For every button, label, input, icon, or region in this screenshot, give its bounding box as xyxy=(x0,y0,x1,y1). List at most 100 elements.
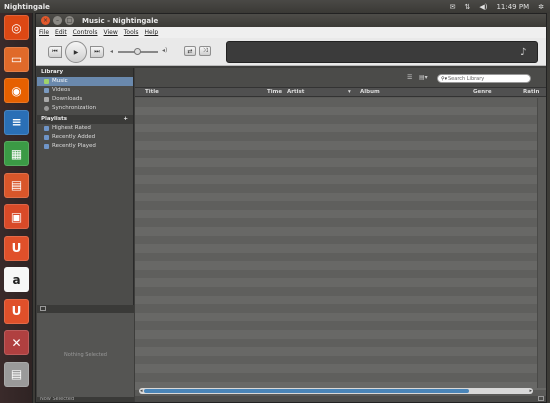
table-row[interactable] xyxy=(135,123,546,133)
ubuntu-one-music-icon[interactable]: U xyxy=(4,298,29,324)
shuffle-button[interactable]: ⤨ xyxy=(199,46,211,56)
table-row[interactable] xyxy=(135,149,546,159)
repeat-button[interactable]: ⇄ xyxy=(184,46,196,56)
impress-icon[interactable]: ▤ xyxy=(4,172,29,198)
table-row[interactable] xyxy=(135,158,546,167)
column-album[interactable]: Album xyxy=(360,89,380,95)
table-row[interactable] xyxy=(135,269,546,279)
maximize-icon[interactable]: □ xyxy=(65,16,74,25)
ubuntu-one-icon[interactable]: U xyxy=(4,235,29,261)
table-row[interactable] xyxy=(135,132,546,141)
mail-icon[interactable]: ✉ xyxy=(450,3,456,11)
artwork-header[interactable] xyxy=(37,305,134,313)
ubuntu-dash-icon[interactable]: ◎ xyxy=(4,15,29,40)
column-time[interactable]: Time xyxy=(267,89,282,95)
column-title[interactable]: Title xyxy=(145,89,159,95)
add-playlist-button[interactable]: + xyxy=(123,115,128,124)
table-row[interactable] xyxy=(135,244,546,253)
table-row[interactable] xyxy=(135,338,546,348)
menu-tools[interactable]: Tools xyxy=(124,29,139,36)
table-row[interactable] xyxy=(135,218,546,227)
gear-icon[interactable]: ✲ xyxy=(538,3,544,11)
sort-indicator-icon: ▾ xyxy=(348,89,351,95)
sidebar-item-recently-added[interactable]: Recently Added xyxy=(37,133,133,142)
table-row[interactable] xyxy=(135,287,546,296)
calc-icon[interactable]: ▦ xyxy=(4,141,29,166)
trash-icon[interactable]: ▤ xyxy=(4,361,29,387)
sidebar-item-videos[interactable]: Videos xyxy=(37,86,133,95)
table-row[interactable] xyxy=(135,98,546,107)
play-button[interactable]: ▶ xyxy=(65,41,87,63)
table-row[interactable] xyxy=(135,278,546,288)
indicator-area: ✉ ⇅ ◀) 11:49 PM ✲ xyxy=(450,0,544,13)
table-row[interactable] xyxy=(135,226,546,236)
table-row[interactable] xyxy=(135,261,546,270)
vertical-scrollbar[interactable] xyxy=(537,98,546,388)
column-rating[interactable]: Ratin xyxy=(523,89,539,95)
sidebar-item-music[interactable]: Music xyxy=(37,77,133,86)
table-row[interactable] xyxy=(135,321,546,331)
playlists-header-label: Playlists xyxy=(41,116,67,122)
menu-edit[interactable]: Edit xyxy=(55,29,67,36)
column-artist[interactable]: Artist xyxy=(287,89,304,95)
firefox-icon[interactable]: ◉ xyxy=(4,78,29,103)
table-row[interactable] xyxy=(135,201,546,210)
sidebar-item-synchronization[interactable]: Synchronization xyxy=(37,104,133,113)
track-list[interactable] xyxy=(135,98,546,391)
horizontal-scroll-thumb[interactable] xyxy=(144,389,469,393)
table-row[interactable] xyxy=(135,373,546,382)
next-button[interactable]: ⏭ xyxy=(90,46,104,58)
search-icon: ⚲▾ xyxy=(441,76,448,82)
horizontal-scrollbar[interactable]: ◂ ▸ xyxy=(139,388,533,394)
list-view-icon[interactable]: ☰ xyxy=(407,75,415,81)
table-row[interactable] xyxy=(135,235,546,245)
sidebar-item-downloads[interactable]: Downloads xyxy=(37,95,133,104)
clock[interactable]: 11:49 PM xyxy=(496,3,529,11)
filter-view-icon[interactable]: ▤▾ xyxy=(419,75,428,81)
table-row[interactable] xyxy=(135,209,546,219)
table-row[interactable] xyxy=(135,106,546,116)
previous-button[interactable]: ⏮ xyxy=(48,46,62,58)
table-row[interactable] xyxy=(135,166,546,176)
menu-help[interactable]: Help xyxy=(145,29,159,36)
table-row[interactable] xyxy=(135,192,546,202)
table-row[interactable] xyxy=(135,252,546,262)
scroll-right-icon[interactable]: ▸ xyxy=(529,388,532,394)
library-section-header[interactable]: Library xyxy=(37,68,133,77)
menu-controls[interactable]: Controls xyxy=(73,29,98,36)
artwork-toggle-icon[interactable] xyxy=(40,306,46,311)
table-row[interactable] xyxy=(135,295,546,305)
table-row[interactable] xyxy=(135,312,546,322)
table-row[interactable] xyxy=(135,364,546,373)
scroll-left-icon[interactable]: ◂ xyxy=(140,388,143,394)
table-row[interactable] xyxy=(135,355,546,365)
files-icon[interactable]: ▭ xyxy=(4,46,29,72)
window-titlebar[interactable]: × – □ Music - Nightingale xyxy=(36,14,546,27)
speaker-icon[interactable]: ◀) xyxy=(479,3,487,11)
menu-file[interactable]: File xyxy=(39,29,49,36)
table-row[interactable] xyxy=(135,330,546,339)
table-row[interactable] xyxy=(135,183,546,193)
filter-bar: ☰ ▤▾ ⚲▾ Search Library xyxy=(135,68,546,88)
film-icon xyxy=(44,88,49,93)
writer-icon[interactable]: ≡ xyxy=(4,109,29,135)
volume-knob[interactable] xyxy=(134,48,141,55)
search-input[interactable]: ⚲▾ Search Library xyxy=(437,74,531,83)
column-genre[interactable]: Genre xyxy=(473,89,492,95)
table-row[interactable] xyxy=(135,304,546,313)
system-settings-icon[interactable]: ✕ xyxy=(4,330,29,355)
keyboard-arrows-icon[interactable]: ⇅ xyxy=(464,3,470,11)
table-row[interactable] xyxy=(135,140,546,150)
close-icon[interactable]: × xyxy=(41,16,50,25)
software-center-icon[interactable]: ▣ xyxy=(4,204,29,229)
table-row[interactable] xyxy=(135,175,546,184)
panel-toggle-icon[interactable] xyxy=(538,396,544,401)
amazon-icon[interactable]: a xyxy=(4,267,29,292)
sidebar-item-recently-played[interactable]: Recently Played xyxy=(37,142,133,151)
menu-view[interactable]: View xyxy=(104,29,118,36)
minimize-icon[interactable]: – xyxy=(53,16,62,25)
table-row[interactable] xyxy=(135,115,546,124)
table-row[interactable] xyxy=(135,347,546,356)
playlists-section-header[interactable]: Playlists + xyxy=(37,115,133,124)
sidebar-item-highest-rated[interactable]: Highest Rated xyxy=(37,124,133,133)
